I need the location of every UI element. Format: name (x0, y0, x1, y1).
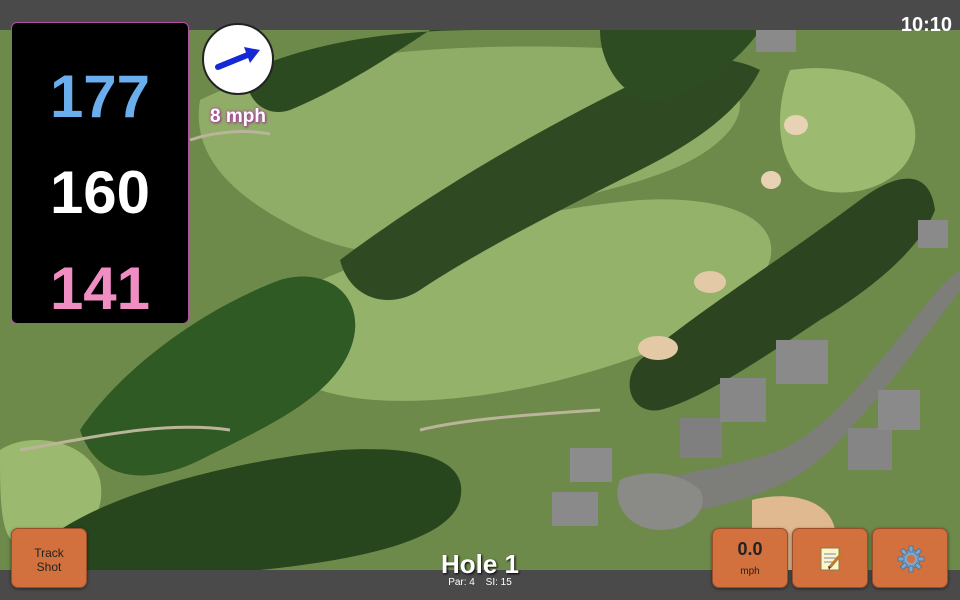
distance-panel: 177 160 141 (11, 22, 189, 324)
settings-button[interactable] (872, 528, 948, 588)
distance-front: 141 (49, 255, 151, 322)
track-shot-button[interactable]: Track Shot (11, 528, 87, 588)
wind-button-value: 0.0 (737, 539, 763, 559)
wind-speed-button[interactable]: 0.0 mph (712, 528, 788, 588)
distance-back: 177 (49, 63, 151, 130)
track-shot-label-line2: Shot (36, 560, 62, 574)
wind-speed-label: 8 mph (210, 106, 266, 127)
track-shot-label-line1: Track (34, 546, 64, 560)
arrow-northeast-icon (215, 47, 260, 70)
wind-indicator (202, 23, 274, 95)
notepad-icon (820, 547, 844, 571)
hole-title: Hole 1 (440, 549, 520, 579)
hole-par: Par: 4 (448, 577, 475, 588)
distance-middle: 160 (49, 159, 151, 226)
hole-meta: Par: 4 SI: 15 (380, 577, 580, 588)
notes-button[interactable] (792, 528, 868, 588)
hole-stroke-index: SI: 15 (485, 577, 512, 588)
clock-time: 10:10 (900, 14, 952, 36)
gear-icon (897, 545, 925, 573)
wind-button-unit: mph (740, 566, 760, 577)
